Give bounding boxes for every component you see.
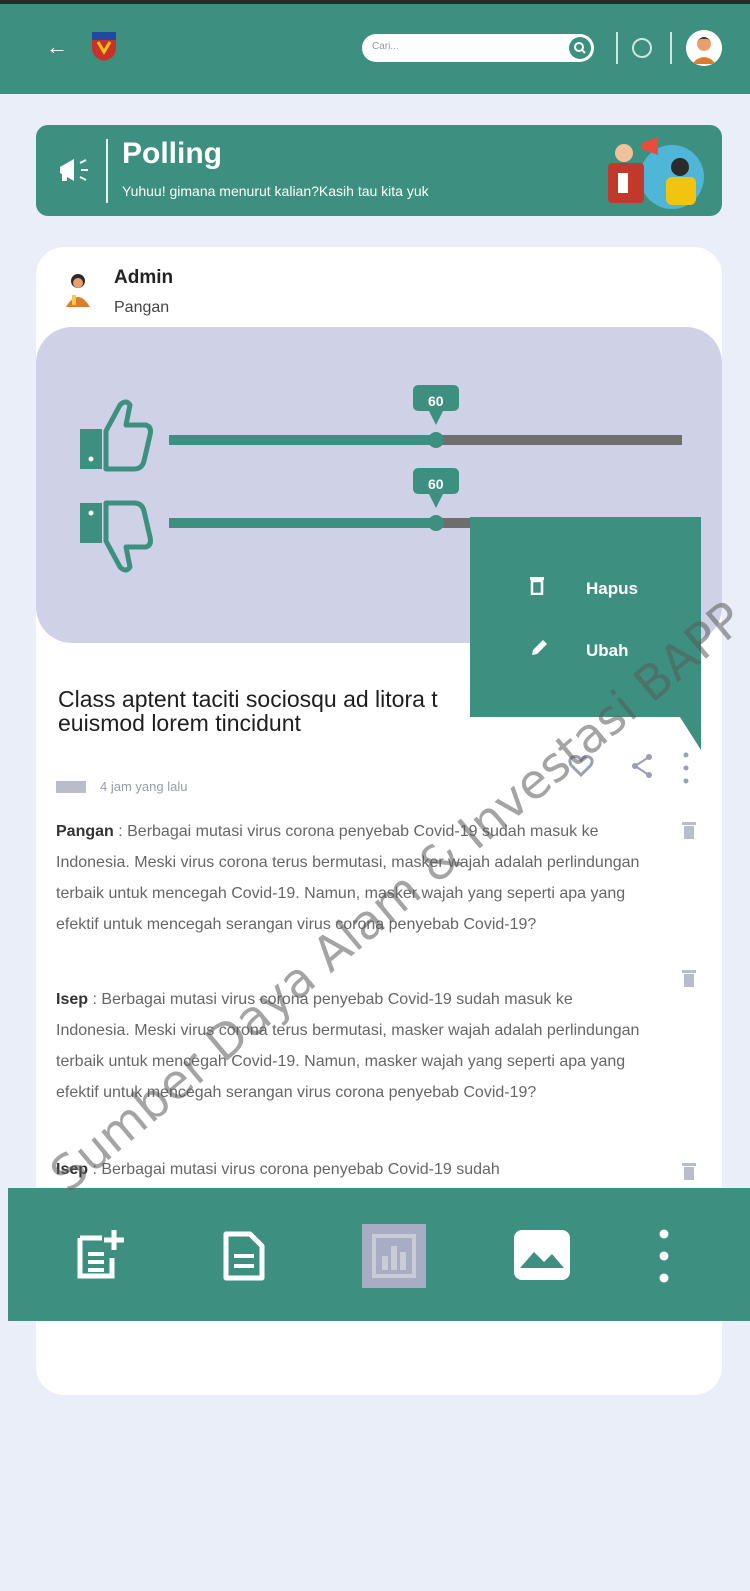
page-title: Polling bbox=[122, 137, 222, 170]
megaphone-icon bbox=[60, 159, 88, 181]
comment-item: Pangan : Berbagai mutasi virus corona pe… bbox=[56, 816, 646, 940]
like-slider[interactable]: 60 bbox=[169, 385, 682, 448]
heart-icon[interactable] bbox=[568, 755, 594, 777]
top-app-bar: ← Cari... bbox=[0, 0, 750, 94]
top-border bbox=[0, 0, 750, 4]
thumbs-down-icon[interactable] bbox=[78, 497, 154, 577]
dislike-value: 60 bbox=[427, 476, 444, 492]
more-vertical-icon[interactable] bbox=[632, 1224, 696, 1288]
comment-item: Isep : Berbagai mutasi virus corona peny… bbox=[56, 1154, 646, 1185]
trash-icon[interactable] bbox=[682, 821, 696, 839]
search-button[interactable] bbox=[569, 37, 591, 59]
polling-illustration-icon bbox=[608, 137, 704, 209]
user-avatar-icon bbox=[686, 30, 722, 66]
search-box[interactable]: Cari... bbox=[362, 34, 594, 62]
comment-item: Isep : Berbagai mutasi virus corona peny… bbox=[56, 984, 646, 1108]
time-placeholder bbox=[56, 781, 86, 793]
back-arrow-icon[interactable]: ← bbox=[46, 36, 68, 58]
author-category: Pangan bbox=[114, 299, 170, 316]
pencil-icon bbox=[532, 640, 547, 655]
header-divider bbox=[616, 32, 618, 64]
banner-divider bbox=[106, 139, 108, 203]
menu-pointer bbox=[678, 714, 701, 750]
comment-text: : Berbagai mutasi virus corona penyebab … bbox=[56, 991, 640, 1101]
header-divider bbox=[670, 32, 672, 64]
trash-icon[interactable] bbox=[682, 969, 696, 987]
comment-text: : Berbagai mutasi virus corona penyebab … bbox=[56, 823, 640, 933]
share-icon[interactable] bbox=[630, 753, 654, 779]
like-slider-fill bbox=[169, 435, 436, 445]
user-avatar[interactable] bbox=[686, 30, 722, 66]
thumbs-up-icon[interactable] bbox=[78, 395, 154, 475]
city-logo-icon[interactable] bbox=[90, 30, 118, 62]
post-time: 4 jam yang lalu bbox=[100, 779, 188, 794]
image-icon[interactable] bbox=[510, 1224, 574, 1288]
chat-icon[interactable] bbox=[632, 38, 652, 58]
poll-chart-icon[interactable] bbox=[362, 1224, 426, 1288]
bottom-toolbar bbox=[8, 1188, 750, 1321]
search-input[interactable]: Cari... bbox=[372, 41, 399, 52]
comment-text: : Berbagai mutasi virus corona penyebab … bbox=[88, 1161, 500, 1178]
more-vertical-icon[interactable] bbox=[680, 751, 692, 785]
comment-author[interactable]: Isep bbox=[56, 1161, 88, 1178]
search-icon bbox=[574, 42, 586, 54]
add-post-icon[interactable] bbox=[68, 1224, 132, 1288]
trash-icon bbox=[530, 577, 544, 595]
dislike-value-bubble: 60 bbox=[411, 466, 461, 510]
banner-subtitle: Yuhuu! gimana menurut kalian?Kasih tau k… bbox=[122, 183, 429, 199]
comment-author[interactable]: Isep bbox=[56, 991, 88, 1008]
like-slider-handle[interactable] bbox=[427, 432, 444, 448]
dislike-slider-handle[interactable] bbox=[427, 515, 444, 531]
trash-icon[interactable] bbox=[682, 1162, 696, 1180]
author-name[interactable]: Admin bbox=[114, 267, 173, 289]
dislike-slider-fill bbox=[169, 518, 436, 528]
comment-author[interactable]: Pangan bbox=[56, 823, 114, 840]
like-value-bubble: 60 bbox=[411, 383, 461, 427]
document-icon[interactable] bbox=[212, 1224, 276, 1288]
menu-item-label: Ubah bbox=[586, 641, 629, 660]
menu-item-label: Hapus bbox=[586, 579, 638, 598]
post-options-menu: Hapus Ubah bbox=[470, 517, 701, 717]
author-avatar bbox=[66, 274, 90, 307]
polling-banner: Polling Yuhuu! gimana menurut kalian?Kas… bbox=[36, 125, 722, 216]
like-value: 60 bbox=[427, 393, 444, 409]
